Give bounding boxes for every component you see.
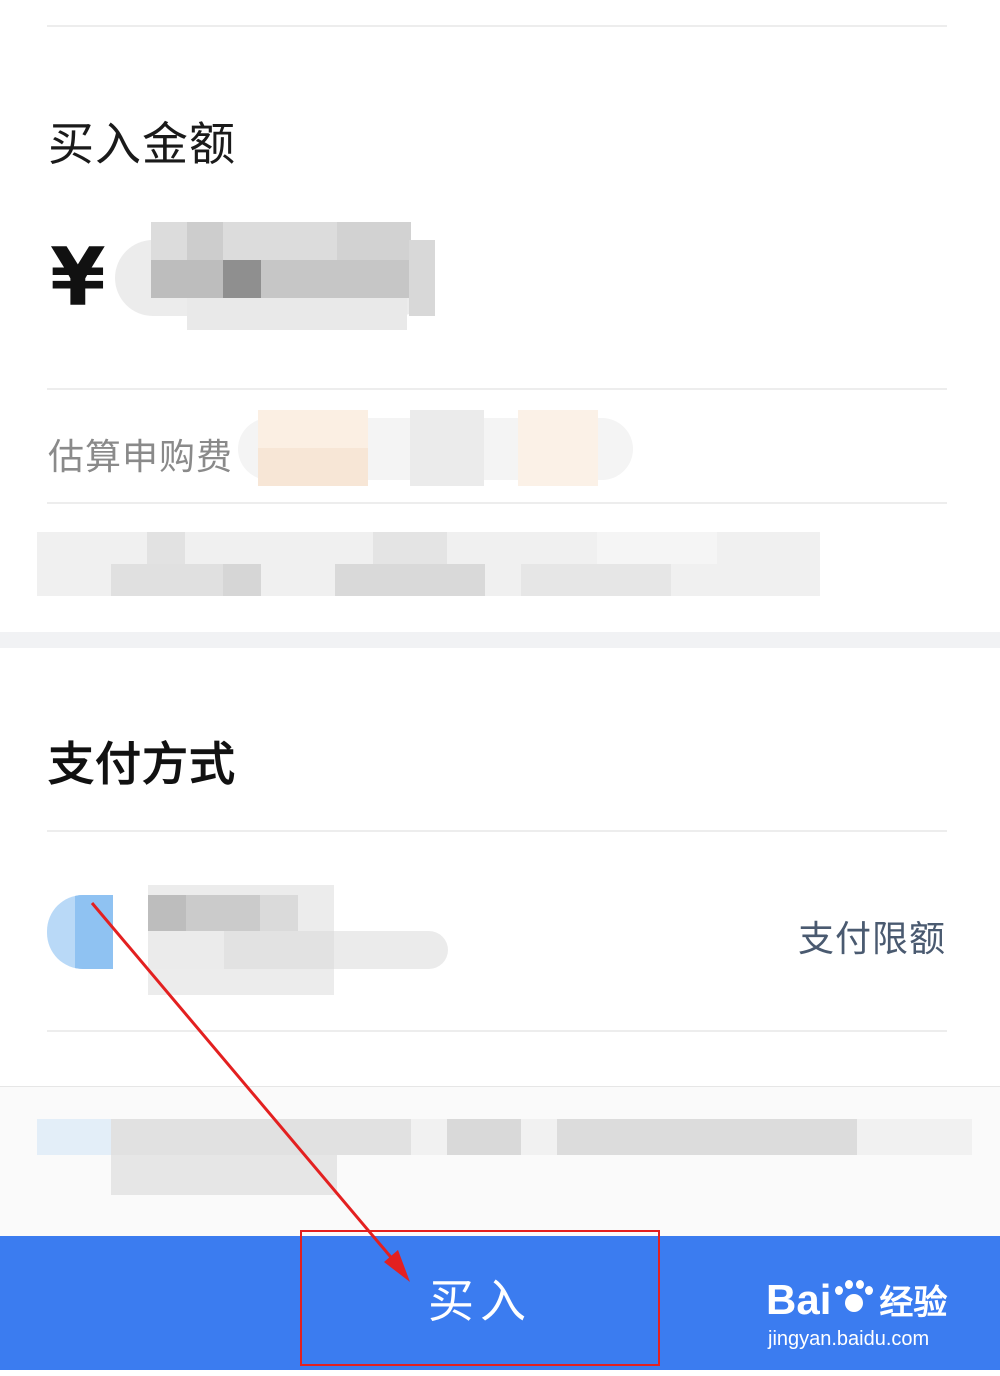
red-arrow-icon xyxy=(90,902,410,1282)
watermark-brand: Bai xyxy=(766,1276,832,1323)
watermark-url: jingyan.baidu.com xyxy=(768,1328,930,1350)
baidu-watermark-logo: Bai 经验 xyxy=(766,1275,947,1324)
paw-icon xyxy=(831,1280,875,1320)
watermark-suffix: 经验 xyxy=(879,1283,948,1323)
